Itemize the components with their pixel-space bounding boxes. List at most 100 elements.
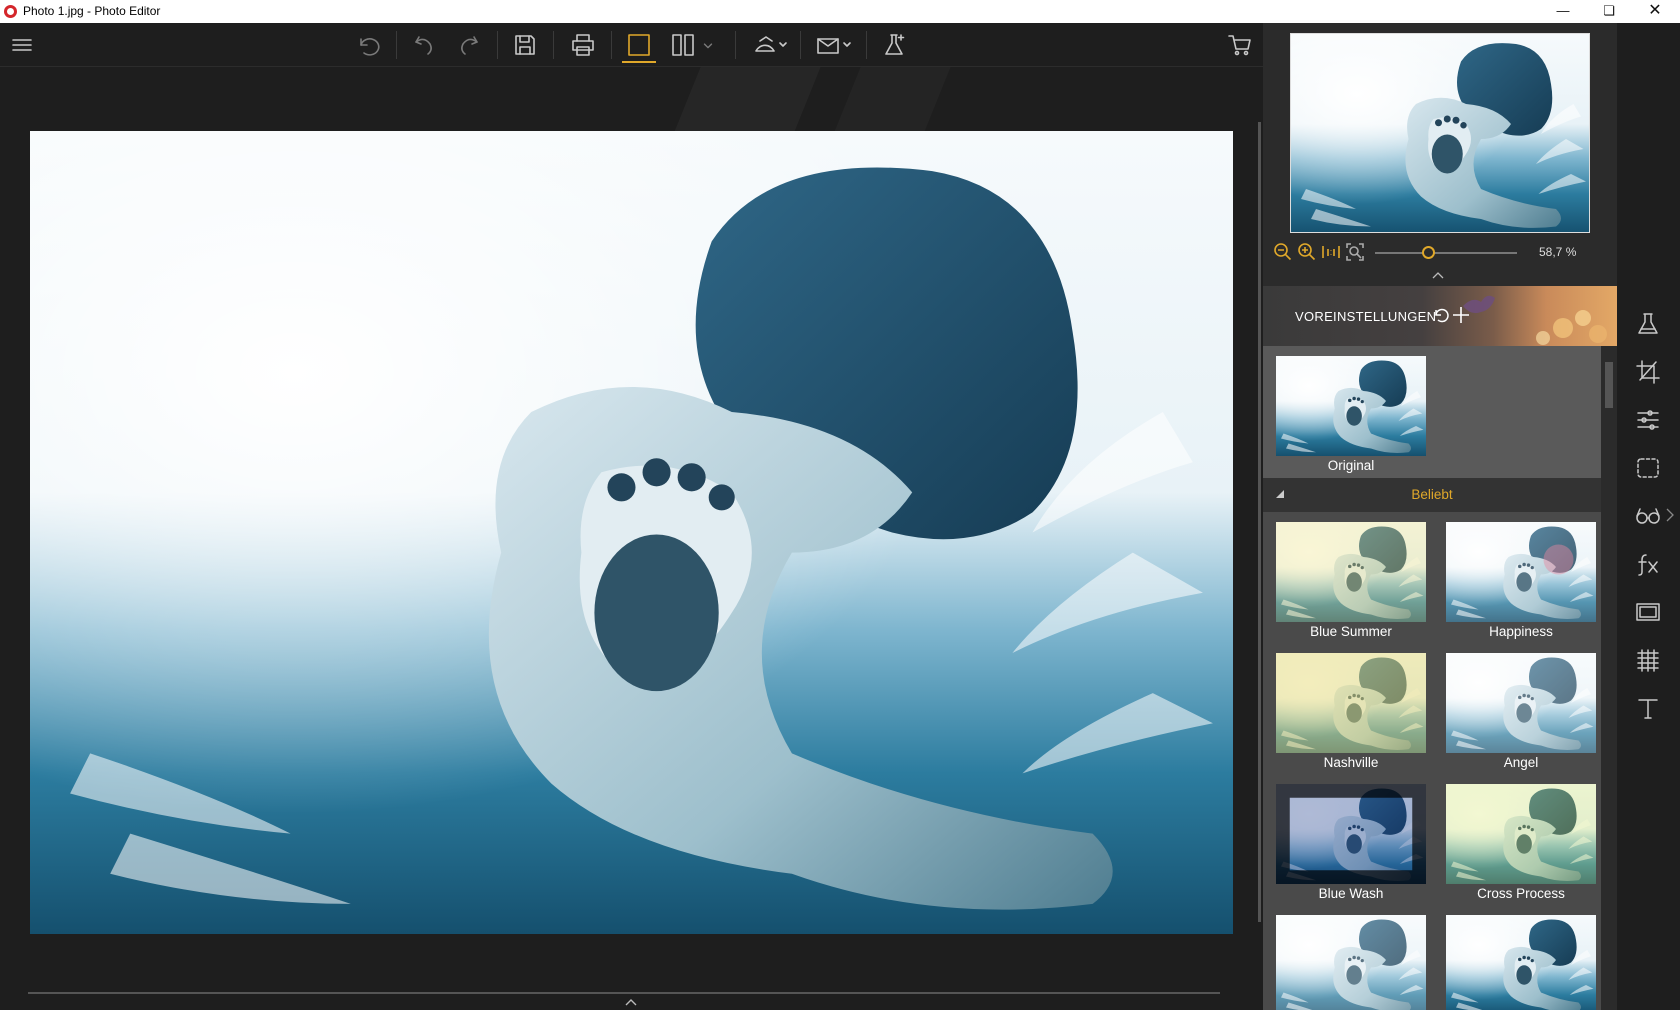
single-view-icon <box>628 34 650 56</box>
horizontal-scrollbar[interactable] <box>28 992 1220 994</box>
app-logo <box>4 5 17 18</box>
flask-icon <box>1638 313 1658 334</box>
preset-angel[interactable]: Angel <box>1446 653 1596 773</box>
zoom-in-icon <box>1298 243 1316 261</box>
main-photo[interactable] <box>30 131 1233 934</box>
chevron-up-icon[interactable] <box>1431 270 1445 280</box>
redo-button[interactable] <box>452 29 486 61</box>
original-section: Original <box>1263 346 1601 478</box>
filter-grid: Blue Summer Happiness Nashville Angel Bl… <box>1263 512 1601 1010</box>
category-header[interactable]: Beliebt <box>1263 478 1601 512</box>
preset-cross-process[interactable]: Cross Process <box>1446 784 1596 904</box>
chevron-up-icon[interactable] <box>624 995 638 1009</box>
zoom-in-button[interactable] <box>1297 242 1317 262</box>
preset-label: Nashville <box>1323 755 1379 770</box>
adjust-tool-button[interactable] <box>1632 404 1664 436</box>
fx-icon <box>1638 554 1658 576</box>
sliders-icon <box>1637 410 1659 430</box>
redo-icon <box>461 36 478 55</box>
close-button[interactable]: ✕ <box>1632 0 1678 23</box>
preset-original[interactable]: Original <box>1276 356 1426 476</box>
single-view-button[interactable] <box>622 29 656 63</box>
undo-icon <box>415 36 432 55</box>
active-indicator <box>1617 285 1620 345</box>
toolbar <box>0 23 1263 67</box>
crop-tool-button[interactable] <box>1632 356 1664 388</box>
fx-tool-button[interactable] <box>1632 548 1664 580</box>
split-view-icon <box>672 34 694 56</box>
effects-lab-button[interactable] <box>878 29 912 61</box>
minimize-button[interactable]: — <box>1540 0 1586 23</box>
undo-all-button[interactable] <box>350 29 384 61</box>
texture-icon <box>1637 649 1659 672</box>
title-bar: Photo 1.jpg - Photo Editor — ❏ ✕ <box>0 0 1680 23</box>
zoom-value: 58,7 % <box>1539 245 1577 259</box>
share-icon <box>755 36 787 52</box>
selection-tool-button[interactable] <box>1632 452 1664 484</box>
actual-size-icon <box>1322 246 1340 258</box>
split-view-button[interactable] <box>666 29 700 61</box>
preset-label: Cross Process <box>1477 886 1565 901</box>
preset-blue-summer[interactable]: Blue Summer <box>1276 522 1426 642</box>
undo-button[interactable] <box>407 29 441 61</box>
effects-lab-icon <box>885 34 905 55</box>
export-icon <box>817 38 851 54</box>
presets-list: Original Beliebt Blue Summer Happiness N… <box>1263 346 1601 1010</box>
chevron-right-icon[interactable] <box>1665 507 1675 523</box>
tool-rail <box>1617 23 1680 1010</box>
preset-happiness[interactable]: Happiness <box>1446 522 1596 642</box>
frame-tool-button[interactable] <box>1632 596 1664 628</box>
view-dropdown-button[interactable] <box>700 29 716 61</box>
export-button[interactable] <box>812 29 856 61</box>
texture-tool-button[interactable] <box>1632 644 1664 676</box>
preset-nashville[interactable]: Nashville <box>1276 653 1426 773</box>
save-icon <box>515 35 535 55</box>
image-canvas[interactable] <box>0 67 1263 1010</box>
preset-thumbnail[interactable] <box>1446 915 1596 1010</box>
retouch-tool-button[interactable] <box>1632 500 1664 532</box>
preset-thumbnail[interactable] <box>1276 915 1426 1010</box>
restore-button[interactable]: ❏ <box>1586 0 1632 23</box>
zoom-slider-handle[interactable] <box>1422 246 1435 259</box>
text-tool-button[interactable] <box>1632 692 1664 724</box>
text-icon <box>1638 699 1658 719</box>
glasses-icon <box>1636 508 1660 524</box>
zoom-fit-button[interactable] <box>1345 242 1365 262</box>
selection-icon <box>1637 458 1659 478</box>
cart-button[interactable] <box>1223 29 1257 61</box>
zoom-out-button[interactable] <box>1273 242 1293 262</box>
right-panel: 58,7 % VOREINSTELLUNGEN Original Beliebt <box>1263 23 1617 1010</box>
preset-label: Original <box>1327 458 1375 473</box>
zoom-actual-size-button[interactable] <box>1321 242 1341 262</box>
crop-icon <box>1636 360 1660 384</box>
save-button[interactable] <box>508 29 542 61</box>
reset-icon[interactable] <box>1431 306 1451 326</box>
zoom-out-icon <box>1274 243 1292 261</box>
cart-icon <box>1228 35 1251 56</box>
vertical-scrollbar[interactable] <box>1258 122 1261 922</box>
preset-label: Blue Summer <box>1310 624 1392 639</box>
add-icon[interactable] <box>1451 305 1471 325</box>
undo-all-icon <box>360 38 380 56</box>
share-button[interactable] <box>748 29 792 61</box>
menu-button[interactable] <box>5 29 39 61</box>
zoom-slider-track[interactable] <box>1375 252 1517 254</box>
frame-icon <box>1636 603 1660 621</box>
dropdown-icon <box>703 43 713 49</box>
print-button[interactable] <box>566 29 600 61</box>
presets-tool-button[interactable] <box>1632 308 1664 340</box>
preset-label: Blue Wash <box>1318 886 1384 901</box>
category-label: Beliebt <box>1411 487 1453 502</box>
presets-scrollbar[interactable] <box>1601 346 1617 1010</box>
presets-title: VOREINSTELLUNGEN <box>1295 309 1437 324</box>
navigator-preview[interactable] <box>1290 33 1590 233</box>
print-icon <box>572 34 594 56</box>
preset-blue-wash[interactable]: Blue Wash <box>1276 784 1426 904</box>
scrollbar-thumb[interactable] <box>1605 362 1613 408</box>
preset-label: Happiness <box>1489 624 1553 639</box>
presets-header: VOREINSTELLUNGEN <box>1263 286 1617 346</box>
preset-label: Angel <box>1503 755 1539 770</box>
zoom-controls: 58,7 % <box>1263 240 1617 264</box>
window-title: Photo 1.jpg - Photo Editor <box>23 4 161 18</box>
zoom-fit-icon <box>1346 243 1364 261</box>
